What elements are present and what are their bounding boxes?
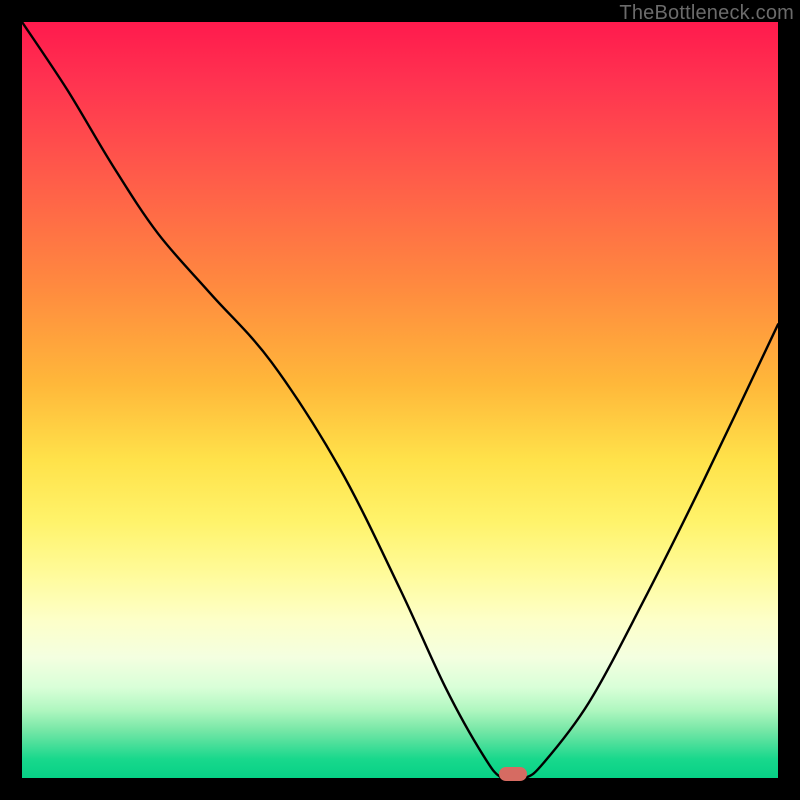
plot-area [22,22,778,778]
watermark-text: TheBottleneck.com [619,2,794,25]
chart-frame: TheBottleneck.com [0,0,800,800]
bottleneck-curve [22,22,778,778]
optimal-marker [499,767,527,781]
